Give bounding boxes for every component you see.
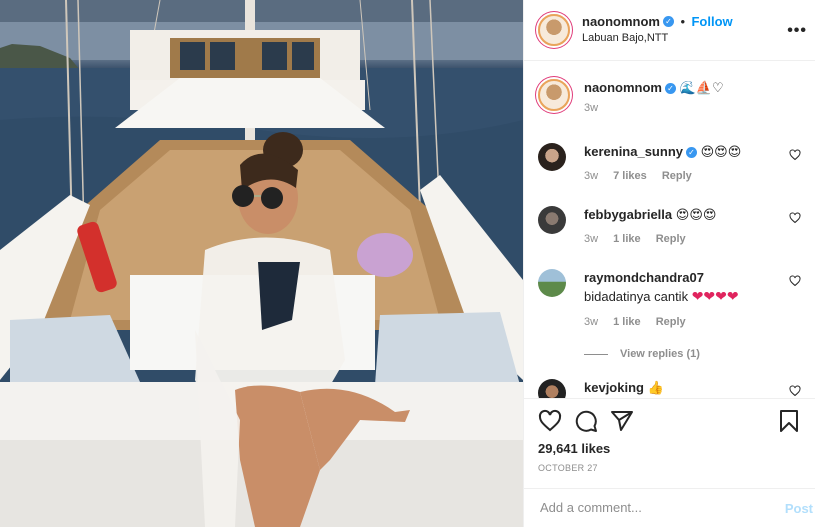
commenter-avatar[interactable]: [538, 143, 566, 171]
post-location[interactable]: Labuan Bajo,NTT: [582, 30, 733, 46]
post-comment-button[interactable]: Post: [785, 501, 813, 516]
more-icon[interactable]: •••: [787, 22, 807, 40]
comment-row: kevjoking 👍: [538, 379, 801, 398]
post-actions: 29,641 likes OCTOBER 27: [524, 398, 815, 489]
boat-photo-illustration: [0, 0, 523, 527]
comment-likes[interactable]: 1 like: [613, 316, 641, 328]
comment-body: raymondchandra07 bidadatinya cantik ❤❤❤❤: [584, 269, 801, 306]
commenter-avatar[interactable]: [538, 206, 566, 234]
comment-emoji: 😍😍😍: [700, 145, 742, 160]
follow-button[interactable]: Follow: [691, 14, 732, 29]
comment-row: kerenina_sunny ✓ 😍😍😍 3w 7 likes Reply: [538, 143, 801, 182]
reply-button[interactable]: Reply: [656, 316, 686, 328]
comment-icon[interactable]: [574, 409, 598, 433]
comment-emoji: 😍😍😍: [675, 208, 717, 223]
caption-username[interactable]: naonomnom: [584, 80, 662, 95]
verified-icon: ✓: [686, 147, 697, 159]
comment-like-icon[interactable]: [789, 212, 801, 224]
instagram-post: naonomnom ✓ • Follow Labuan Bajo,NTT ••• …: [0, 0, 815, 527]
comment-like-icon[interactable]: [789, 385, 801, 397]
verified-icon: ✓: [663, 16, 674, 28]
share-icon[interactable]: [610, 409, 634, 433]
comment-meta: 3w 7 likes Reply: [584, 170, 801, 182]
comment-meta: 3w 1 like Reply: [584, 233, 801, 245]
view-replies-button[interactable]: View replies (1): [584, 348, 700, 360]
post-header: naonomnom ✓ • Follow Labuan Bajo,NTT •••: [524, 0, 815, 61]
comment-like-icon[interactable]: [789, 149, 801, 161]
comment-body: kerenina_sunny ✓ 😍😍😍: [584, 143, 801, 162]
caption-meta: 3w: [584, 102, 801, 114]
comment-input[interactable]: [538, 499, 762, 516]
bookmark-icon[interactable]: [777, 409, 801, 433]
caption-text: 🌊⛵♡: [679, 81, 724, 96]
comment-meta: 3w 1 like Reply: [584, 316, 801, 328]
comment-row: febbygabriella 😍😍😍 3w 1 like Reply: [538, 206, 801, 245]
comment-time[interactable]: 3w: [584, 316, 598, 328]
comments-list[interactable]: naonomnom ✓ 🌊⛵♡ 3w kerenina_sunny ✓ 😍😍😍 3w…: [524, 61, 815, 398]
comment-username[interactable]: raymondchandra07: [584, 270, 704, 285]
post-photo[interactable]: [0, 0, 523, 527]
comment-body: kevjoking 👍: [584, 379, 801, 398]
author-avatar[interactable]: [538, 14, 570, 46]
commenter-avatar[interactable]: [538, 379, 566, 398]
caption-avatar[interactable]: [538, 79, 570, 111]
caption-body: naonomnom ✓ 🌊⛵♡: [584, 79, 801, 98]
comment-username[interactable]: kerenina_sunny: [584, 144, 683, 159]
comment-emoji: ❤❤❤❤: [691, 288, 739, 304]
likes-count[interactable]: 29,641 likes: [538, 441, 610, 456]
comment-like-icon[interactable]: [789, 275, 801, 287]
reply-button[interactable]: Reply: [662, 170, 692, 182]
verified-icon: ✓: [665, 83, 676, 95]
comment-text: bidadatinya cantik: [584, 289, 689, 304]
commenter-avatar[interactable]: [538, 269, 566, 297]
comment-body: febbygabriella 😍😍😍: [584, 206, 801, 225]
add-comment-bar: Post: [524, 488, 815, 528]
action-icons: [538, 409, 801, 433]
comment-likes[interactable]: 1 like: [613, 233, 641, 245]
comment-time[interactable]: 3w: [584, 233, 598, 245]
comment-likes[interactable]: 7 likes: [613, 170, 647, 182]
reply-button[interactable]: Reply: [656, 233, 686, 245]
comment-row: raymondchandra07 bidadatinya cantik ❤❤❤❤…: [538, 269, 801, 328]
author-info: naonomnom ✓ • Follow Labuan Bajo,NTT: [582, 14, 733, 46]
heart-icon[interactable]: [538, 409, 562, 433]
author-username[interactable]: naonomnom: [582, 14, 660, 29]
comment-emoji: 👍: [647, 381, 664, 396]
caption-time[interactable]: 3w: [584, 102, 598, 114]
post-date[interactable]: OCTOBER 27: [538, 463, 598, 473]
caption-row: naonomnom ✓ 🌊⛵♡ 3w: [538, 79, 801, 114]
comment-time[interactable]: 3w: [584, 170, 598, 182]
post-side-panel: naonomnom ✓ • Follow Labuan Bajo,NTT ••• …: [523, 0, 815, 527]
comment-username[interactable]: febbygabriella: [584, 207, 672, 222]
separator-dot: •: [680, 14, 686, 29]
comment-username[interactable]: kevjoking: [584, 380, 644, 395]
